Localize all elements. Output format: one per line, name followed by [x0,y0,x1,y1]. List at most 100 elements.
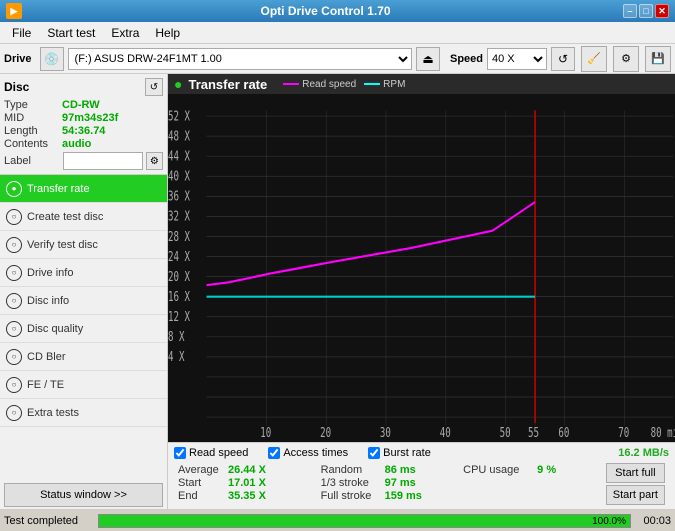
nav-extra-tests[interactable]: ○ Extra tests [0,399,167,427]
nav-label-transfer: Transfer rate [27,183,90,195]
label-settings-btn[interactable]: ⚙ [146,152,163,170]
mid-val: 97m34s23f [62,112,118,124]
disc-refresh-btn[interactable]: ↺ [145,78,163,96]
progress-time: 00:03 [635,515,671,527]
menu-file[interactable]: File [4,24,39,42]
nav-icon-verify: ○ [6,237,22,253]
status-window-button[interactable]: Status window >> [4,483,163,507]
nav-drive-info[interactable]: ○ Drive info [0,259,167,287]
stats-rows: Average 26.44 X Start 17.01 X End 35.35 … [174,461,669,507]
disc-panel: Disc ↺ Type CD-RW MID 97m34s23f Length 5… [0,74,167,175]
svg-text:20 X: 20 X [168,269,190,284]
svg-text:10: 10 [260,426,271,440]
progress-fill [99,515,630,527]
nav-disc-info[interactable]: ○ Disc info [0,287,167,315]
checkboxes-row: Read speed Access times Burst rate 16.2 … [174,445,669,461]
svg-text:44 X: 44 X [168,149,190,164]
cb-read-speed-input[interactable] [174,447,186,459]
svg-text:12 X: 12 X [168,309,190,324]
app-icon: ▶ [6,3,22,19]
svg-text:20: 20 [320,426,331,440]
start-part-button[interactable]: Start part [606,485,665,505]
nav-transfer-rate[interactable]: ● Transfer rate [0,175,167,203]
eject-button[interactable]: ⏏ [416,47,440,71]
nav-disc-quality[interactable]: ○ Disc quality [0,315,167,343]
checkbox-read-speed[interactable]: Read speed [174,447,248,459]
nav-verify-test-disc[interactable]: ○ Verify test disc [0,231,167,259]
label-key: Label [4,155,60,167]
speed-select[interactable]: 40 X [487,48,547,70]
nav-label-drive: Drive info [27,267,73,279]
legend-read-speed: Read speed [283,79,356,90]
drive-select[interactable]: (F:) ASUS DRW-24F1MT 1.00 [68,48,412,70]
drive-label: Drive [4,53,32,65]
cb-burst-rate-input[interactable] [368,447,380,459]
svg-text:52 X: 52 X [168,109,190,124]
nav-icon-create: ○ [6,209,22,225]
clear-button[interactable]: 🧹 [581,46,607,72]
nav-label-verify: Verify test disc [27,239,98,251]
svg-text:50: 50 [500,426,511,440]
chart-area: 52 X 48 X 44 X 40 X 36 X 32 X 28 X 24 X … [168,94,675,442]
nav-fe-te[interactable]: ○ FE / TE [0,371,167,399]
chart-header: ● Transfer rate Read speed RPM [168,74,675,94]
start-full-button[interactable]: Start full [606,463,665,483]
app-title: Opti Drive Control 1.70 [28,4,623,18]
sidebar: Disc ↺ Type CD-RW MID 97m34s23f Length 5… [0,74,168,509]
stats-col-access: Random 86 ms 1/3 stroke 97 ms Full strok… [317,461,460,507]
menu-start-test[interactable]: Start test [39,24,103,42]
refresh-button[interactable]: ↺ [551,47,575,71]
mid-key: MID [4,112,62,124]
checkbox-access-times[interactable]: Access times [268,447,348,459]
label-input[interactable] [63,152,143,170]
length-key: Length [4,125,62,137]
svg-text:30: 30 [380,426,391,440]
menubar: File Start test Extra Help [0,22,675,44]
chart-legend: Read speed RPM [283,79,405,90]
length-val: 54:36.74 [62,125,105,137]
svg-text:24 X: 24 X [168,249,190,264]
legend-color-read [283,83,299,85]
window-controls: – □ ✕ [623,4,669,18]
type-val: CD-RW [62,99,100,111]
svg-text:32 X: 32 X [168,209,190,224]
nav-cd-bler[interactable]: ○ CD Bler [0,343,167,371]
nav-icon-transfer: ● [6,181,22,197]
menu-help[interactable]: Help [147,24,188,42]
save-button[interactable]: 💾 [645,46,671,72]
nav-icon-extra: ○ [6,405,22,421]
content-area: ● Transfer rate Read speed RPM [168,74,675,509]
nav-label-quality: Disc quality [27,323,83,335]
main-layout: Disc ↺ Type CD-RW MID 97m34s23f Length 5… [0,74,675,509]
progressbar-row: Test completed 100.0% 00:03 [0,509,675,531]
svg-text:40 X: 40 X [168,169,190,184]
svg-text:4 X: 4 X [168,350,185,365]
menu-extra[interactable]: Extra [103,24,147,42]
nav-label-bler: CD Bler [27,351,66,363]
settings-button[interactable]: ⚙ [613,46,639,72]
chart-title: Transfer rate [188,77,267,92]
nav-label-fete: FE / TE [27,379,64,391]
nav-icon-disc: ○ [6,293,22,309]
svg-text:40: 40 [440,426,451,440]
contents-val: audio [62,138,91,150]
nav-icon-quality: ○ [6,321,22,337]
maximize-button[interactable]: □ [639,4,653,18]
nav-create-test-disc[interactable]: ○ Create test disc [0,203,167,231]
nav-icon-drive: ○ [6,265,22,281]
svg-text:70: 70 [618,426,629,440]
close-button[interactable]: ✕ [655,4,669,18]
drive-icon-btn: 💿 [40,47,64,71]
stats-col-cpu: CPU usage 9 % [459,461,602,507]
nav-label-create: Create test disc [27,211,103,223]
nav-icon-bler: ○ [6,349,22,365]
checkbox-burst-rate[interactable]: Burst rate [368,447,431,459]
svg-text:60: 60 [558,426,569,440]
speed-label: Speed [450,53,483,65]
minimize-button[interactable]: – [623,4,637,18]
cb-access-times-input[interactable] [268,447,280,459]
chart-svg: 52 X 48 X 44 X 40 X 36 X 32 X 28 X 24 X … [168,96,675,440]
svg-text:80 min: 80 min [651,426,675,440]
svg-text:8 X: 8 X [168,330,185,345]
svg-text:16 X: 16 X [168,289,190,304]
